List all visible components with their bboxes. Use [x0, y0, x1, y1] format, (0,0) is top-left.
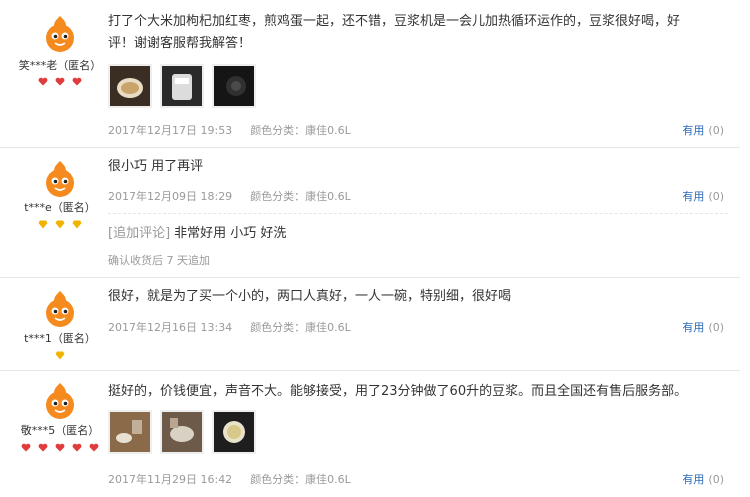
appended-review: [追加评论] 非常好用 小巧 好洗: [108, 222, 286, 241]
review-item: t***1（匿名） 很好，就是为了买一个小的，两口人真好，一人一碗，特别细，很好…: [0, 278, 740, 370]
avatar[interactable]: [38, 157, 82, 201]
review-text-line: 很小巧 用了再评: [108, 159, 204, 174]
photo-table-top: [110, 412, 150, 452]
avatar-mascot-icon: [38, 157, 82, 201]
review-text: 挺好的，价钱便宜，声音不大。能够接受，用了23分钟做了60升的豆浆。而且全国还有…: [108, 381, 728, 403]
review-text-line: 评！谢谢客服帮我解答！: [108, 36, 252, 51]
photo-bowl: [214, 412, 254, 452]
review-photo[interactable]: [212, 410, 256, 454]
color-variant: 颜色分类：康佳0.6L: [250, 190, 351, 203]
review-date: 2017年12月17日 19:53: [108, 124, 233, 137]
review-text: 打了个大米加枸杞加红枣，煎鸡蛋一起，还不错，豆浆机是一会儿加热循环运作的，豆浆很…: [108, 11, 728, 55]
heart-icon: [89, 443, 99, 452]
review-item: 笑***老（匿名） 打了个大米加枸杞加红枣，煎鸡蛋一起，还不错，豆浆机是一会儿加…: [0, 0, 740, 150]
useful-label: 有用: [682, 124, 705, 137]
avatar-mascot-icon: [38, 379, 82, 423]
avatar[interactable]: [38, 379, 82, 423]
useful-button[interactable]: 有用 (0): [682, 122, 724, 138]
review-photo[interactable]: [160, 410, 204, 454]
useful-button[interactable]: 有用 (0): [682, 188, 724, 204]
photo-cooking: [162, 412, 202, 452]
useful-count: (0): [708, 321, 724, 334]
review-photo[interactable]: [212, 64, 256, 108]
review-text-line: 挺好的，价钱便宜，声音不大。能够接受，用了23分钟做了60升的豆浆。而且全国还有…: [108, 384, 688, 399]
review-item: t***e（匿名） 很小巧 用了再评 2017年12月09日 18:29 颜色分类…: [0, 148, 740, 276]
useful-count: (0): [708, 190, 724, 203]
review-item: 敬***5（匿名） 挺好的，价钱便宜，声音不大。能够接受，用了23分钟做了60升…: [0, 371, 740, 497]
heart-icon: [55, 443, 65, 452]
review-photo[interactable]: [108, 64, 152, 108]
useful-label: 有用: [682, 190, 705, 203]
append-divider: [108, 213, 728, 214]
color-variant: 颜色分类：康佳0.6L: [250, 124, 351, 137]
heart-icon: [38, 77, 48, 86]
buyer-level-badges: [0, 220, 120, 230]
photo-dark-interior: [214, 66, 254, 106]
diamond-icon: [38, 220, 48, 229]
review-meta: 2017年12月16日 13:34 颜色分类：康佳0.6L: [108, 319, 351, 335]
buyer-level-badges: [0, 443, 120, 453]
heart-icon: [38, 443, 48, 452]
review-date: 2017年12月09日 18:29: [108, 190, 233, 203]
avatar[interactable]: [38, 12, 82, 56]
heart-icon: [21, 443, 31, 452]
review-text: 很小巧 用了再评: [108, 156, 728, 178]
username: t***e（匿名）: [24, 201, 96, 214]
heart-icon: [72, 77, 82, 86]
username: 笑***老（匿名）: [18, 59, 102, 72]
review-meta: 2017年12月09日 18:29 颜色分类：康佳0.6L: [108, 188, 351, 204]
review-meta: 2017年11月29日 16:42 颜色分类：康佳0.6L: [108, 471, 351, 487]
useful-label: 有用: [682, 321, 705, 334]
avatar-mascot-icon: [38, 287, 82, 331]
buyer-level-badges: [0, 77, 120, 87]
review-meta: 2017年12月17日 19:53 颜色分类：康佳0.6L: [108, 122, 351, 138]
heart-icon: [72, 443, 82, 452]
diamond-icon: [55, 220, 65, 229]
username: 敬***5（匿名）: [20, 424, 100, 437]
review-photos: [108, 410, 264, 456]
useful-button[interactable]: 有用 (0): [682, 319, 724, 335]
username: t***1（匿名）: [24, 332, 96, 345]
avatar-mascot-icon: [38, 12, 82, 56]
buyer-level-badges: [0, 351, 120, 361]
diamond-icon: [72, 220, 82, 229]
append-tag: [追加评论]: [108, 226, 171, 241]
append-time: 确认收货后 7 天追加: [108, 254, 210, 267]
photo-soymilk-cup: [110, 66, 150, 106]
diamond-icon: [55, 351, 65, 360]
useful-count: (0): [708, 473, 724, 486]
useful-count: (0): [708, 124, 724, 137]
append-text: 非常好用 小巧 好洗: [174, 226, 287, 241]
review-text-line: 很好，就是为了买一个小的，两口人真好，一人一碗，特别细，很好喝: [108, 289, 512, 304]
review-date: 2017年12月16日 13:34: [108, 321, 233, 334]
color-variant: 颜色分类：康佳0.6L: [250, 473, 351, 486]
review-photo[interactable]: [160, 64, 204, 108]
review-text-line: 打了个大米加枸杞加红枣，煎鸡蛋一起，还不错，豆浆机是一会儿加热循环运作的，豆浆很…: [108, 14, 681, 29]
useful-button[interactable]: 有用 (0): [682, 471, 724, 487]
review-photo[interactable]: [108, 410, 152, 454]
color-variant: 颜色分类：康佳0.6L: [250, 321, 351, 334]
photo-soymilk-machine: [162, 66, 202, 106]
review-text: 很好，就是为了买一个小的，两口人真好，一人一碗，特别细，很好喝: [108, 286, 728, 308]
review-photos: [108, 64, 264, 110]
review-date: 2017年11月29日 16:42: [108, 473, 233, 486]
heart-icon: [55, 77, 65, 86]
useful-label: 有用: [682, 473, 705, 486]
avatar[interactable]: [38, 287, 82, 331]
